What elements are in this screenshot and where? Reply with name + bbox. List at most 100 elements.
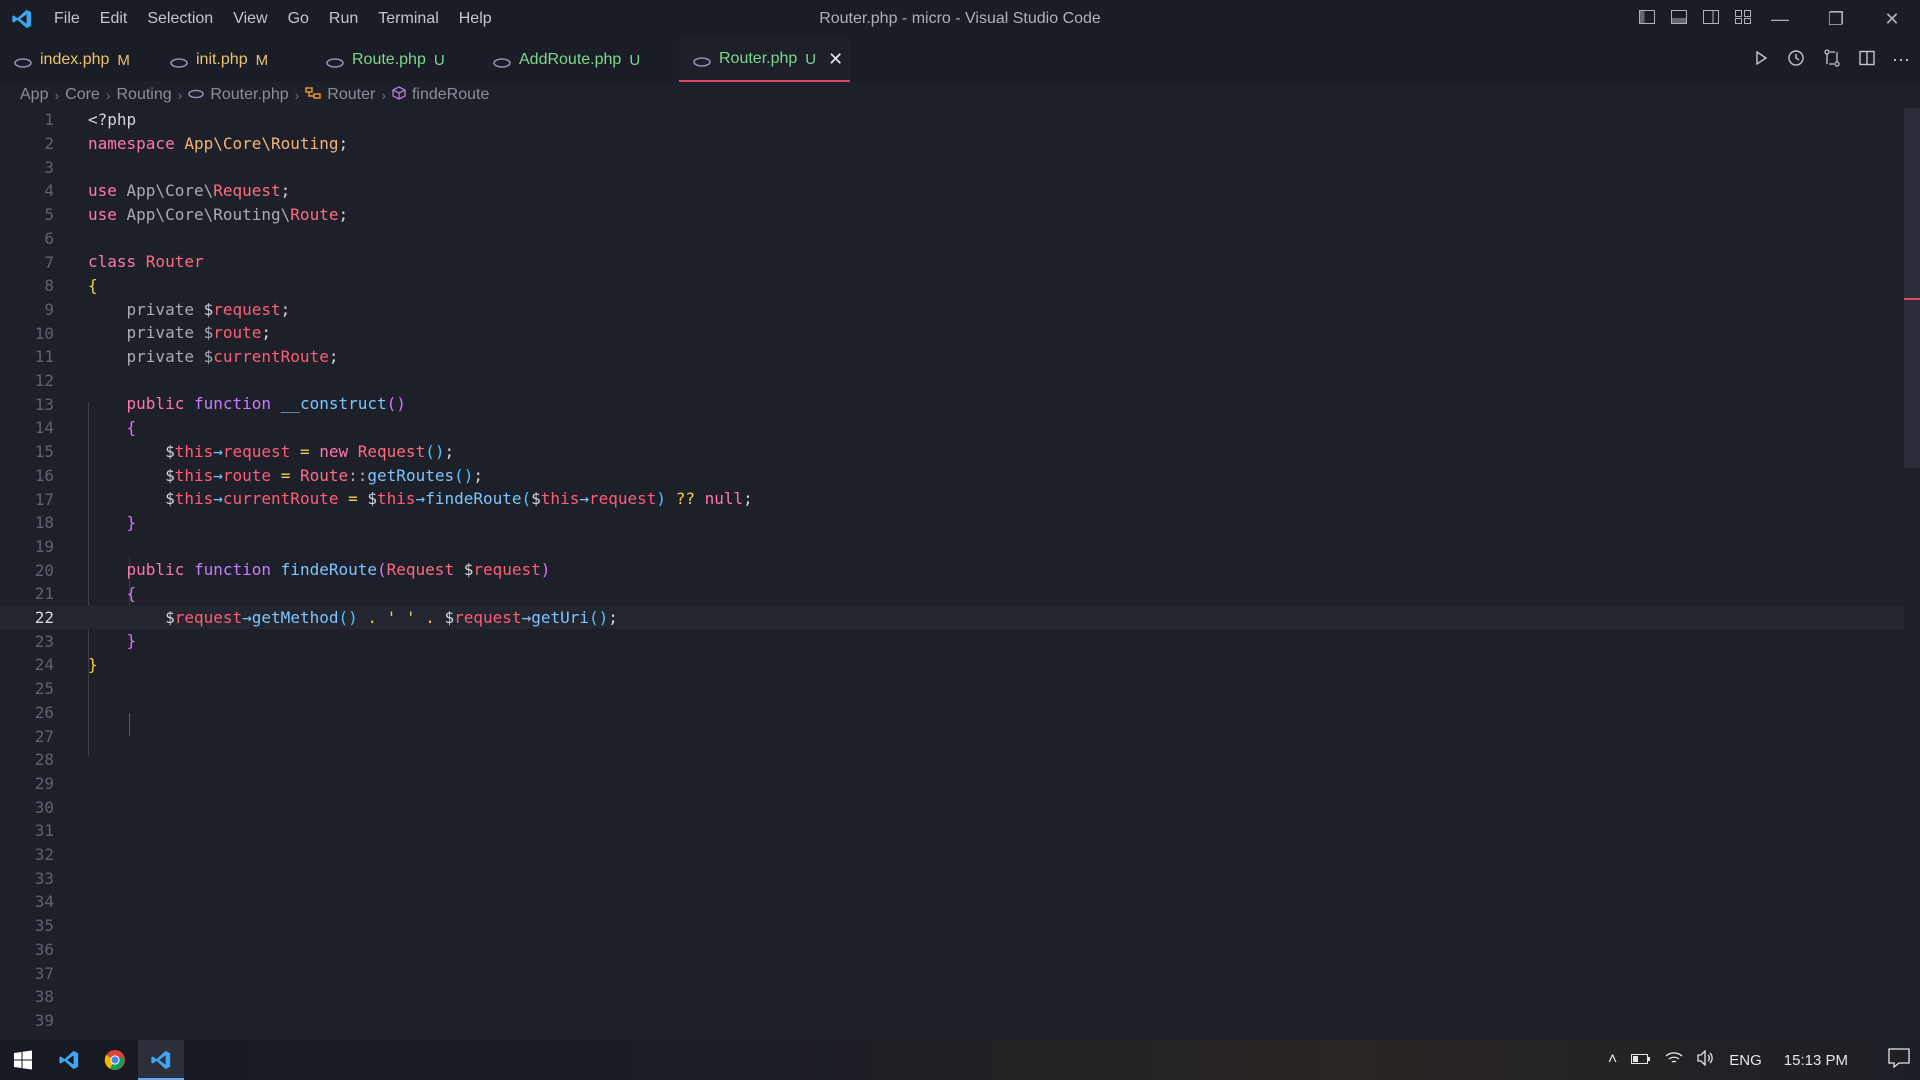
open-changes-icon[interactable] <box>1822 48 1842 73</box>
tab-addroute-php[interactable]: AddRoute.php U <box>479 38 679 82</box>
vscode-active-taskbar-icon[interactable] <box>138 1040 184 1080</box>
tab-router-php[interactable]: Router.php U ✕ <box>679 38 850 82</box>
code-line[interactable]: 37 <box>0 961 1904 985</box>
code-line[interactable]: 30 <box>0 795 1904 819</box>
code-line[interactable]: 10 private $route; <box>0 321 1904 345</box>
volume-icon[interactable] <box>1697 1049 1715 1070</box>
code-line[interactable]: 34 <box>0 890 1904 914</box>
run-icon[interactable] <box>1752 49 1770 72</box>
code-line[interactable]: 24} <box>0 653 1904 677</box>
tab-index-php[interactable]: index.php M <box>0 38 156 82</box>
code-line[interactable]: 3 <box>0 155 1904 179</box>
breadcrumb-class[interactable]: Router <box>327 86 375 104</box>
code-line[interactable]: 28 <box>0 748 1904 772</box>
code-line[interactable]: 38 <box>0 985 1904 1009</box>
split-editor-icon[interactable] <box>1858 49 1876 72</box>
menu-help[interactable]: Help <box>449 0 502 38</box>
breadcrumb-core[interactable]: Core <box>65 86 100 104</box>
scrollbar-thumb[interactable] <box>1904 108 1920 468</box>
code-line[interactable]: 33 <box>0 866 1904 890</box>
code-line[interactable]: 36 <box>0 938 1904 962</box>
chevron-up-icon[interactable]: ˄ <box>1608 1051 1617 1069</box>
code-text: use App\Core\Request; <box>88 181 291 201</box>
tab-label: init.php <box>196 51 248 68</box>
code-line[interactable]: 39 <box>0 1009 1904 1033</box>
code-line[interactable]: 21 { <box>0 582 1904 606</box>
chrome-icon[interactable] <box>92 1040 138 1080</box>
code-line[interactable]: 13 public function __construct() <box>0 392 1904 416</box>
code-line[interactable]: 27 <box>0 724 1904 748</box>
menu-view[interactable]: View <box>223 0 277 38</box>
line-number: 8 <box>44 276 54 296</box>
git-status-badge: M <box>117 51 130 69</box>
code-line[interactable]: 25 <box>0 677 1904 701</box>
code-line[interactable]: 12 <box>0 369 1904 393</box>
menu-selection[interactable]: Selection <box>137 0 223 38</box>
input-language[interactable]: ENG <box>1729 1052 1762 1069</box>
code-line[interactable]: 18 } <box>0 511 1904 535</box>
menu-go[interactable]: Go <box>278 0 319 38</box>
title-bar: File Edit Selection View Go Run Terminal… <box>0 0 1920 38</box>
code-line[interactable]: 29 <box>0 772 1904 796</box>
code-line[interactable]: 5 use App\Core\Routing\Route; <box>0 203 1904 227</box>
line-number: 17 <box>34 489 54 509</box>
chevron-right-icon: › <box>105 87 111 103</box>
code-line[interactable]: 23 } <box>0 629 1904 653</box>
clock[interactable]: 15:13 PM <box>1784 1052 1848 1069</box>
line-number: 13 <box>34 394 54 414</box>
editor-scrollbar[interactable] <box>1904 108 1920 1040</box>
code-line[interactable]: 14 { <box>0 416 1904 440</box>
toggle-secondary-sidebar-icon[interactable] <box>1702 8 1720 31</box>
tab-route-php[interactable]: Route.php U <box>312 38 479 82</box>
tab-init-php[interactable]: init.php M <box>156 38 312 82</box>
minimize-icon[interactable]: — <box>1752 0 1808 38</box>
line-number: 32 <box>34 845 54 865</box>
more-actions-icon[interactable]: ⋯ <box>1892 50 1910 71</box>
code-editor[interactable]: 1 <?php 2 namespace App\Core\Routing; 3 4 use … <box>0 108 1904 1040</box>
code-line[interactable]: 19 <box>0 535 1904 559</box>
code-line[interactable]: 6 <box>0 227 1904 251</box>
code-line[interactable]: 2 namespace App\Core\Routing; <box>0 132 1904 156</box>
line-number: 19 <box>34 536 54 556</box>
menu-edit[interactable]: Edit <box>90 0 138 38</box>
restore-icon[interactable]: ❐ <box>1808 0 1864 38</box>
close-tab-icon[interactable]: ✕ <box>828 49 843 70</box>
code-line[interactable]: 35 <box>0 914 1904 938</box>
code-line[interactable]: 8{ <box>0 274 1904 298</box>
close-window-icon[interactable]: ✕ <box>1864 0 1920 38</box>
code-line[interactable]: 16 $this→route = Route::getRoutes(); <box>0 464 1904 488</box>
toggle-panel-icon[interactable] <box>1670 8 1688 31</box>
vscode-taskbar-icon[interactable] <box>46 1040 92 1080</box>
breadcrumb-method[interactable]: findeRoute <box>412 86 489 104</box>
code-line[interactable]: 31 <box>0 819 1904 843</box>
menu-run[interactable]: Run <box>319 0 368 38</box>
code-line[interactable]: 7 class Router <box>0 250 1904 274</box>
chevron-right-icon: › <box>381 87 386 103</box>
breadcrumb-file[interactable]: Router.php <box>210 86 288 104</box>
breadcrumb-routing[interactable]: Routing <box>117 86 172 104</box>
code-line[interactable]: 17 $this→currentRoute = $this→findeRoute… <box>0 487 1904 511</box>
wifi-icon[interactable] <box>1665 1051 1683 1069</box>
code-line[interactable]: 22 $request→getMethod() . ' ' . $request… <box>0 605 1904 630</box>
code-text: } <box>88 655 98 675</box>
timeline-icon[interactable] <box>1786 48 1806 73</box>
customize-layout-icon[interactable] <box>1734 8 1752 31</box>
code-line[interactable]: 11 private $currentRoute; <box>0 345 1904 369</box>
code-line[interactable]: 4 use App\Core\Request; <box>0 179 1904 203</box>
toggle-primary-sidebar-icon[interactable] <box>1638 8 1656 31</box>
code-line[interactable]: 32 <box>0 843 1904 867</box>
code-line[interactable]: 15 $this→request = new Request(); <box>0 440 1904 464</box>
menu-terminal[interactable]: Terminal <box>368 0 448 38</box>
start-button[interactable] <box>0 1040 46 1080</box>
code-line[interactable]: 26 <box>0 701 1904 725</box>
notifications-icon[interactable] <box>1888 1048 1910 1072</box>
vscode-logo-icon[interactable] <box>0 0 44 38</box>
editor-tab-bar: index.php M init.php M Route.php U AddRo… <box>0 38 1920 82</box>
code-line[interactable]: 20 public function findeRoute(Request $r… <box>0 558 1904 582</box>
breadcrumb-app[interactable]: App <box>20 86 48 104</box>
code-line[interactable]: 9 private $request; <box>0 298 1904 322</box>
battery-icon[interactable] <box>1631 1052 1651 1069</box>
line-number: 10 <box>34 323 54 343</box>
menu-file[interactable]: File <box>44 0 90 38</box>
code-line[interactable]: 1 <?php <box>0 108 1904 132</box>
